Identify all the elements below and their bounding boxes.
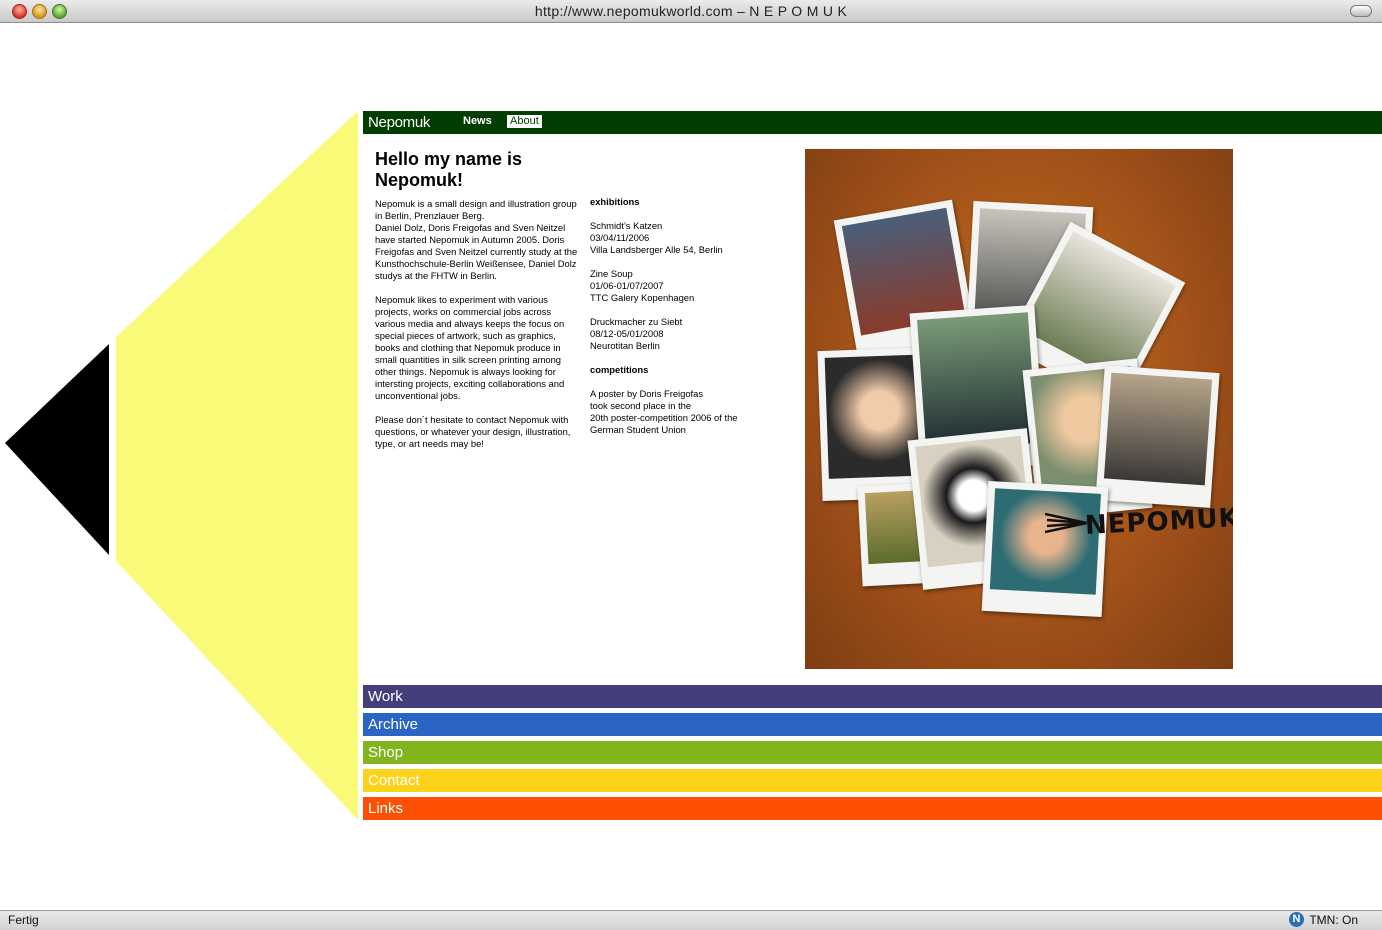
competitions-heading: competitions	[590, 364, 649, 375]
yellow-pencil-shape	[116, 111, 358, 820]
intro-paragraph: Please don´t hesitate to contact Nepomuk…	[375, 414, 571, 449]
polaroid-photo	[1095, 365, 1220, 508]
browser-status-bar: Fertig N TMN: On	[0, 910, 1382, 930]
menu-item-archive[interactable]: Archive	[363, 713, 1382, 736]
page-heading: Hello my name is Nepomuk!	[375, 149, 523, 190]
exhibition-entry: Druckmacher zu Siebt 08/12-05/01/2008 Ne…	[590, 316, 683, 351]
events-column: exhibitions Schmidt’s Katzen 03/04/11/20…	[590, 196, 780, 448]
polaroid-photo	[981, 480, 1109, 618]
menu-item-work[interactable]: Work	[363, 685, 1382, 708]
black-pencil-tip-shape	[5, 344, 109, 555]
exhibition-entry: Schmidt’s Katzen 03/04/11/2006 Villa Lan…	[590, 220, 723, 255]
menu-item-links[interactable]: Links	[363, 797, 1382, 820]
top-navigation: Nepomuk News About	[363, 111, 1382, 134]
nav-item-news[interactable]: News	[463, 115, 492, 127]
menu-item-contact[interactable]: Contact	[363, 769, 1382, 792]
team-photo-collage: NEPOMUK	[805, 149, 1233, 669]
intro-paragraph: Nepomuk likes to experiment with various…	[375, 294, 565, 401]
intro-text: Nepomuk is a small design and illustrati…	[375, 198, 580, 462]
status-text: Fertig	[8, 913, 39, 927]
tmn-status[interactable]: TMN: On	[1309, 913, 1358, 927]
tmn-addon-icon[interactable]: N	[1289, 912, 1304, 927]
page-viewport: Nepomuk News About Hello my name is Nepo…	[0, 23, 1382, 910]
toolbar-toggle-button[interactable]	[1350, 5, 1372, 17]
window-title: http://www.nepomukworld.com – N E P O M …	[534, 3, 848, 19]
logo-speed-lines	[1045, 512, 1087, 534]
menu-item-shop[interactable]: Shop	[363, 741, 1382, 764]
exhibition-entry: Zine Soup 01/06-01/07/2007 TTC Galery Ko…	[590, 268, 695, 303]
site-logo[interactable]: Nepomuk	[368, 114, 430, 131]
window-titlebar: http://www.nepomukworld.com – N E P O M …	[0, 0, 1382, 23]
intro-paragraph: Nepomuk is a small design and illustrati…	[375, 198, 578, 281]
competition-entry: A poster by Doris Freigofas took second …	[590, 388, 738, 435]
nav-item-about[interactable]: About	[507, 115, 542, 128]
exhibitions-heading: exhibitions	[590, 196, 640, 207]
